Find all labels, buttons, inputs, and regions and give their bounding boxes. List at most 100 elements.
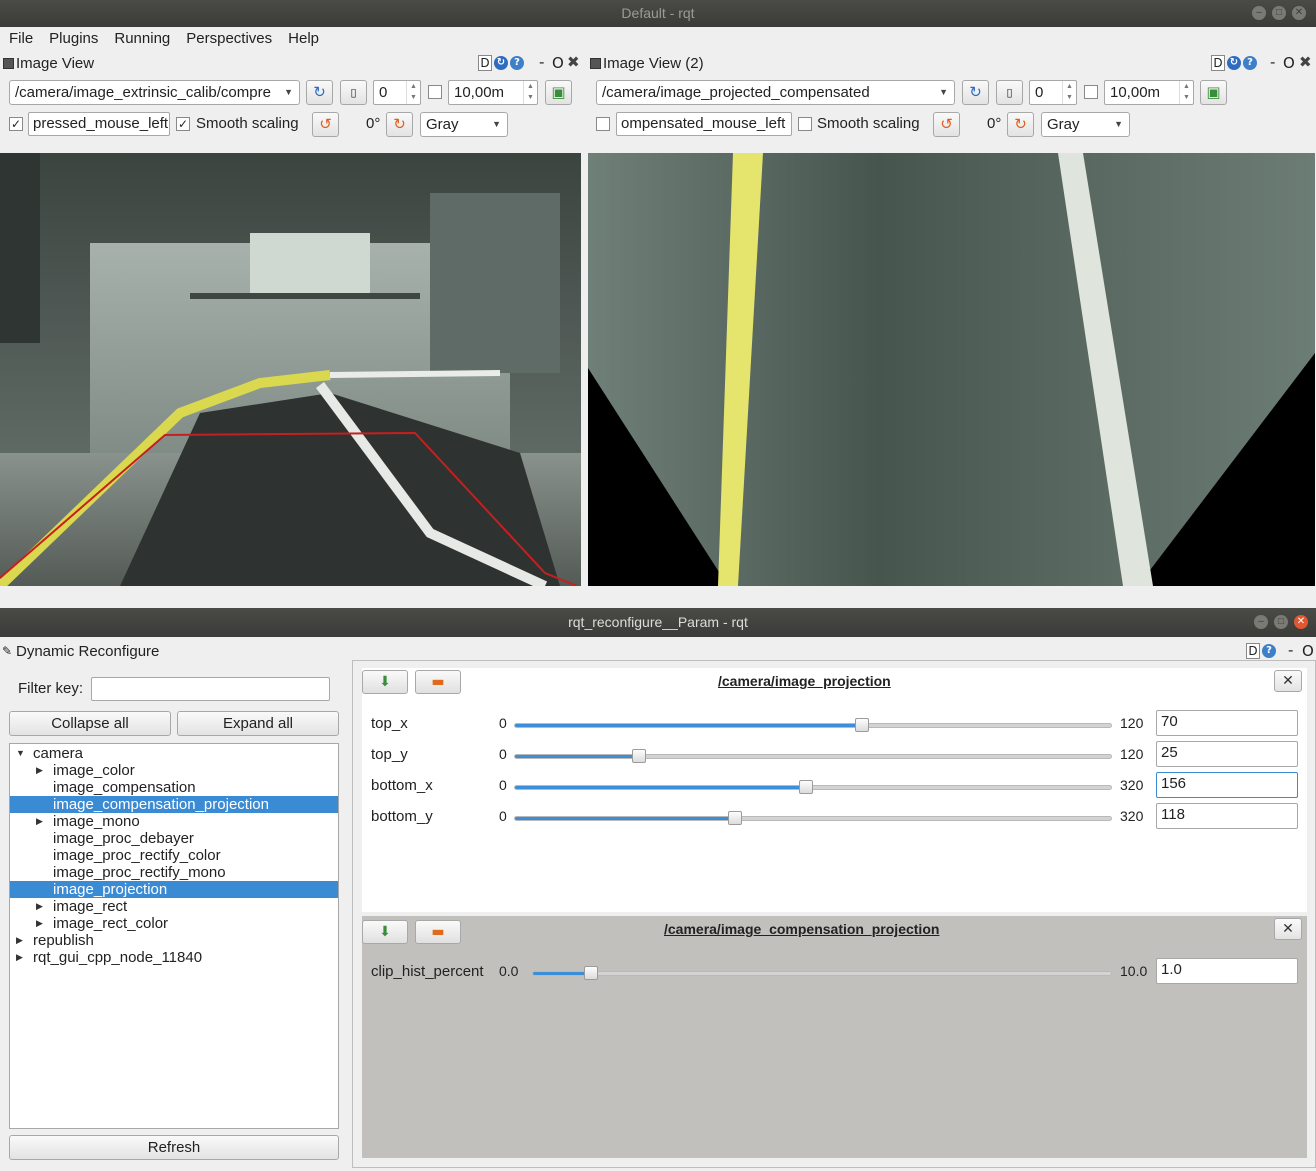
mouse-topic-input-1[interactable]: pressed_mouse_left <box>28 112 170 136</box>
expand-arrow-right-icon[interactable]: ▶ <box>16 949 23 966</box>
spin-arrows-icon[interactable]: ▲ ▼ <box>1179 81 1193 104</box>
expand-all-button[interactable]: Expand all <box>177 711 339 736</box>
collapse-all-button[interactable]: Collapse all <box>9 711 171 736</box>
tree-item[interactable]: ▶ image_color <box>10 762 338 779</box>
color-scheme-select-2[interactable]: Gray ▼ <box>1041 112 1130 137</box>
help-icon[interactable]: ? <box>1262 644 1276 658</box>
tree-item[interactable]: image_proc_debayer <box>10 830 338 847</box>
save-image-button[interactable]: ▣ <box>545 80 572 105</box>
d-icon[interactable]: D <box>1246 643 1260 659</box>
menu-help[interactable]: Help <box>279 27 326 47</box>
param-value-input[interactable]: 118 <box>1156 803 1298 829</box>
tree-item[interactable]: ▶ image_rect_color <box>10 915 338 932</box>
tree-item[interactable]: ▶ republish <box>10 932 338 949</box>
expand-arrow-right-icon[interactable]: ▶ <box>36 813 43 830</box>
param-value-input[interactable]: 70 <box>1156 710 1298 736</box>
save-params-button[interactable]: ⬇ <box>362 670 408 694</box>
tree-item[interactable]: image_compensation_projection <box>10 796 338 813</box>
rotation-spinbox-2[interactable]: 0 ▲ ▼ <box>1029 80 1077 105</box>
float-dock-icon[interactable]: O <box>1302 642 1314 660</box>
slider-handle[interactable] <box>631 749 646 763</box>
zoom-button[interactable]: ▯ <box>996 80 1023 105</box>
load-params-button[interactable]: ▬ <box>415 670 461 694</box>
mouse-topic-input-2[interactable]: ompensated_mouse_left <box>616 112 792 136</box>
close-dock-icon[interactable]: ✖ <box>1299 53 1312 71</box>
param-slider[interactable] <box>514 749 1112 763</box>
tree-item[interactable]: image_proc_rectify_mono <box>10 864 338 881</box>
float-dock-icon[interactable]: O <box>552 54 564 72</box>
topic-select-1[interactable]: /camera/image_extrinsic_calib/compre ▼ <box>9 80 300 105</box>
smooth-scaling-checkbox-2[interactable] <box>798 117 812 131</box>
minimize-dock-icon[interactable]: - <box>1270 53 1275 71</box>
slider-handle[interactable] <box>727 811 742 825</box>
help-icon[interactable]: ? <box>1243 56 1257 70</box>
expand-arrow-down-icon[interactable]: ▼ <box>16 745 25 762</box>
minimize-icon[interactable]: – <box>1252 6 1266 20</box>
spin-arrows-icon[interactable]: ▲ ▼ <box>523 81 537 104</box>
param-slider[interactable] <box>532 966 1112 980</box>
reload-icon[interactable]: ↻ <box>1227 56 1241 70</box>
menu-perspectives[interactable]: Perspectives <box>177 27 279 47</box>
param-slider[interactable] <box>514 780 1112 794</box>
slider-handle[interactable] <box>798 780 813 794</box>
topic-select-2[interactable]: /camera/image_projected_compensated ▼ <box>596 80 955 105</box>
param-slider[interactable] <box>514 811 1112 825</box>
filter-key-input[interactable] <box>91 677 330 701</box>
tree-item[interactable]: image_projection <box>10 881 338 898</box>
close-panel-button[interactable]: ✕ <box>1274 670 1302 692</box>
help-icon[interactable]: ? <box>510 56 524 70</box>
minimize-icon[interactable]: – <box>1254 615 1268 629</box>
minimize-dock-icon[interactable]: - <box>1288 641 1293 659</box>
d-icon[interactable]: D <box>478 55 492 71</box>
close-icon[interactable]: ✕ <box>1292 6 1306 20</box>
close-icon[interactable]: ✕ <box>1294 615 1308 629</box>
rotate-left-button-1[interactable]: ↺ <box>312 112 339 137</box>
expand-arrow-right-icon[interactable]: ▶ <box>36 762 43 779</box>
mouse-publish-checkbox-1[interactable]: ✓ <box>9 117 23 131</box>
float-dock-icon[interactable]: O <box>1283 54 1295 72</box>
max-range-spinbox-1[interactable]: 10,00m ▲ ▼ <box>448 80 538 105</box>
slider-handle[interactable] <box>855 718 870 732</box>
refresh-topics-button[interactable]: ↻ <box>306 80 333 105</box>
tree-item[interactable]: ▶ image_mono <box>10 813 338 830</box>
maximize-icon[interactable]: □ <box>1274 615 1288 629</box>
expand-arrow-right-icon[interactable]: ▶ <box>36 898 43 915</box>
zoom-button[interactable]: ▯ <box>340 80 367 105</box>
minimize-dock-icon[interactable]: - <box>539 53 544 71</box>
refresh-button[interactable]: Refresh <box>9 1135 339 1160</box>
d-icon[interactable]: D <box>1211 55 1225 71</box>
refresh-topics-button[interactable]: ↻ <box>962 80 989 105</box>
rotate-left-button-2[interactable]: ↺ <box>933 112 960 137</box>
save-image-button[interactable]: ▣ <box>1200 80 1227 105</box>
tree-item[interactable]: ▼ camera <box>10 745 338 762</box>
node-tree[interactable]: ▼ camera ▶ image_color image_compensation ima… <box>9 743 339 1129</box>
close-panel-button[interactable]: ✕ <box>1274 918 1302 940</box>
maximize-icon[interactable]: □ <box>1272 6 1286 20</box>
param-value-input[interactable]: 25 <box>1156 741 1298 767</box>
menu-plugins[interactable]: Plugins <box>40 27 105 47</box>
tree-item[interactable]: image_proc_rectify_color <box>10 847 338 864</box>
close-dock-icon[interactable]: ✖ <box>567 53 580 71</box>
spin-arrows-icon[interactable]: ▲ ▼ <box>1062 81 1076 104</box>
dynamic-range-checkbox-1[interactable] <box>428 85 442 99</box>
rotate-right-button-2[interactable]: ↻ <box>1007 112 1034 137</box>
param-slider[interactable] <box>514 718 1112 732</box>
param-value-input[interactable]: 1.0 <box>1156 958 1298 984</box>
dynamic-range-checkbox-2[interactable] <box>1084 85 1098 99</box>
menu-file[interactable]: File <box>0 27 40 47</box>
tree-item[interactable]: image_compensation <box>10 779 338 796</box>
expand-arrow-right-icon[interactable]: ▶ <box>36 915 43 932</box>
smooth-scaling-checkbox-1[interactable]: ✓ <box>176 117 190 131</box>
spin-arrows-icon[interactable]: ▲ ▼ <box>406 81 420 104</box>
reload-icon[interactable]: ↻ <box>494 56 508 70</box>
expand-arrow-right-icon[interactable]: ▶ <box>16 932 23 949</box>
tree-item[interactable]: ▶ rqt_gui_cpp_node_11840 <box>10 949 338 966</box>
tree-item[interactable]: ▶ image_rect <box>10 898 338 915</box>
camera-image-1[interactable] <box>0 153 581 586</box>
menu-running[interactable]: Running <box>105 27 177 47</box>
max-range-spinbox-2[interactable]: 10,00m ▲ ▼ <box>1104 80 1194 105</box>
slider-handle[interactable] <box>583 966 598 980</box>
color-scheme-select-1[interactable]: Gray ▼ <box>420 112 508 137</box>
load-params-button[interactable]: ▬ <box>415 920 461 944</box>
save-params-button[interactable]: ⬇ <box>362 920 408 944</box>
